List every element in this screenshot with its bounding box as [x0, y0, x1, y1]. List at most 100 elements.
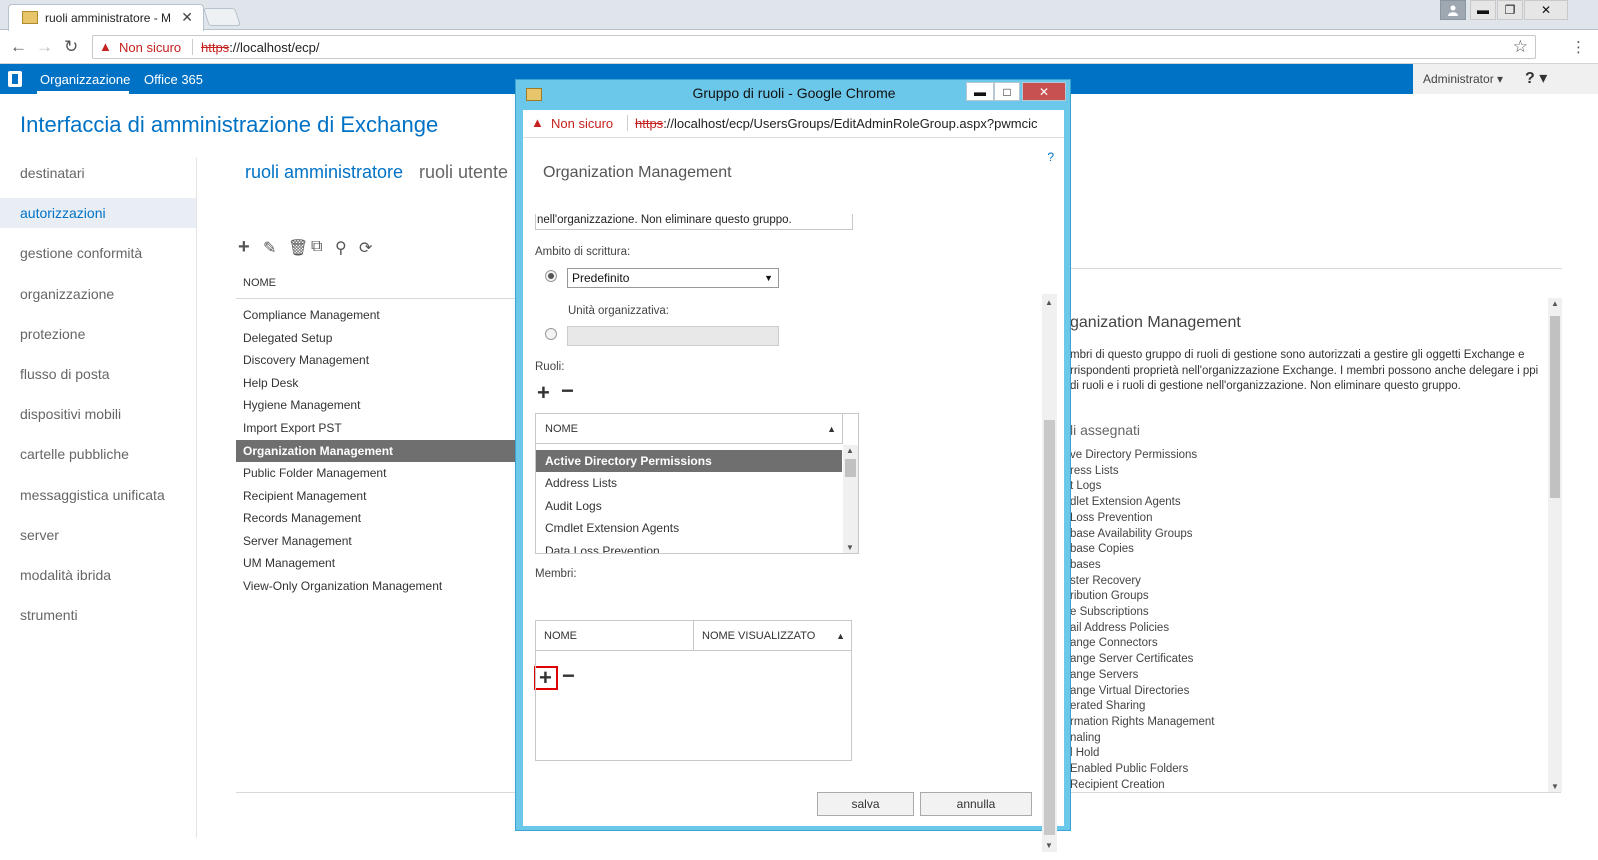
remove-role-icon[interactable]: −	[561, 380, 574, 402]
assigned-roles-heading: li assegnati	[1070, 422, 1141, 438]
refresh-icon[interactable]: ⟳	[359, 238, 372, 258]
window-close-button[interactable]: ✕	[1524, 0, 1568, 20]
details-scrollbar[interactable]: ▲ ▼	[1548, 298, 1562, 792]
nav-item[interactable]: gestione conformità	[0, 238, 196, 268]
radio-ou-scope[interactable]	[545, 328, 557, 340]
list-item[interactable]: Public Folder Management	[236, 462, 516, 484]
table-row[interactable]: Data Loss Prevention	[536, 540, 842, 553]
scroll-up-icon[interactable]: ▲	[1551, 299, 1559, 308]
list-item: Loss Prevention	[1070, 511, 1153, 524]
nav-item[interactable]: modalità ibrida	[0, 560, 196, 590]
warning-triangle-icon: ▲	[531, 115, 544, 130]
help-menu[interactable]: ? ▾	[1525, 68, 1547, 88]
list-item[interactable]: Delegated Setup	[236, 327, 516, 349]
nav-item[interactable]: organizzazione	[0, 279, 196, 309]
scroll-down-icon[interactable]: ▼	[846, 543, 854, 552]
url-scheme: https	[201, 40, 230, 55]
popup-scrollbar[interactable]: ▲ ▼	[1042, 294, 1057, 852]
save-button[interactable]: salva	[817, 792, 914, 816]
browser-menu-icon[interactable]: ⋮	[1571, 38, 1586, 56]
back-arrow-icon[interactable]: ←	[10, 37, 27, 57]
tab-admin-roles[interactable]: ruoli amministratore	[245, 162, 403, 183]
list-item[interactable]: Discovery Management	[236, 349, 516, 371]
copy-icon[interactable]: ⧉	[311, 238, 322, 256]
popup-body: ? Organization Management nell'organizza…	[523, 138, 1064, 852]
nav-office365[interactable]: Office 365	[144, 72, 203, 87]
table-row[interactable]: Audit Logs	[536, 495, 842, 517]
column-header-name[interactable]: NOME	[243, 277, 276, 289]
roles-column-header[interactable]: NOME ▲	[536, 414, 842, 444]
scroll-down-icon[interactable]: ▼	[1551, 782, 1559, 791]
nav-organization[interactable]: Organizzazione	[40, 72, 130, 87]
description-textarea[interactable]: nell'organizzazione. Non eliminare quest…	[535, 214, 853, 230]
cancel-button[interactable]: annulla	[920, 792, 1032, 816]
browser-tab[interactable]: ruoli amministratore - M ✕	[8, 4, 204, 31]
scroll-up-icon[interactable]: ▲	[1045, 298, 1053, 307]
url-text[interactable]: https://localhost/ecp/	[201, 40, 320, 55]
list-item[interactable]: Server Management	[236, 530, 516, 552]
list-item[interactable]: Records Management	[236, 507, 516, 529]
scrollbar-thumb[interactable]	[1550, 316, 1560, 498]
divider	[196, 158, 197, 838]
user-profile-icon[interactable]	[1440, 0, 1466, 20]
nav-item[interactable]: destinatari	[0, 158, 196, 188]
scrollbar-thumb[interactable]	[1044, 420, 1055, 835]
tab-user-roles[interactable]: ruoli utente	[419, 162, 508, 183]
column-header-display-name[interactable]: NOME VISUALIZZATO ▲	[694, 621, 851, 651]
table-row[interactable]: Cmdlet Extension Agents	[536, 517, 842, 539]
roles-scrollbar[interactable]: ▲ ▼	[843, 445, 858, 553]
help-link[interactable]: ?	[1047, 150, 1054, 164]
search-icon[interactable]: ⚲	[335, 238, 347, 258]
popup-maximize-button[interactable]: □	[994, 82, 1020, 101]
reload-icon[interactable]: ↻	[64, 37, 78, 57]
url-path: ://localhost/ecp/	[229, 40, 320, 55]
list-item-selected[interactable]: Organization Management	[236, 440, 516, 462]
scrollbar-thumb[interactable]	[845, 459, 856, 477]
forward-arrow-icon[interactable]: →	[36, 37, 53, 57]
address-bar[interactable]: ▲ Non sicuro https://localhost/ecp/	[92, 35, 1536, 59]
nav-item[interactable]: cartelle pubbliche	[0, 439, 196, 469]
add-icon[interactable]: +	[238, 237, 250, 257]
list-item[interactable]: Recipient Management	[236, 485, 516, 507]
tab-close-icon[interactable]: ✕	[181, 9, 193, 26]
security-status[interactable]: Non sicuro	[119, 40, 181, 55]
radio-default-scope[interactable]	[545, 270, 557, 282]
list-item[interactable]: Compliance Management	[236, 304, 516, 326]
url-text[interactable]: https://localhost/ecp/UsersGroups/EditAd…	[635, 116, 1037, 131]
minimize-button[interactable]: ▬	[1470, 0, 1496, 20]
roles-label: Ruoli:	[535, 361, 565, 373]
popup-minimize-button[interactable]: ▬	[966, 82, 994, 101]
list-item[interactable]: Hygiene Management	[236, 394, 516, 416]
nav-item[interactable]: strumenti	[0, 600, 196, 630]
bookmark-star-icon[interactable]: ☆	[1513, 37, 1528, 57]
user-menu[interactable]: Administrator ▾	[1423, 72, 1503, 86]
list-item[interactable]: Import Export PST	[236, 417, 516, 439]
ou-input[interactable]	[567, 326, 779, 346]
sort-ascending-icon: ▲	[836, 631, 845, 641]
new-tab-button[interactable]	[203, 8, 241, 26]
security-status[interactable]: Non sicuro	[551, 116, 613, 131]
popup-address-bar[interactable]: ▲ Non sicuro https://localhost/ecp/Users…	[523, 110, 1064, 138]
list-item[interactable]: View-Only Organization Management	[236, 575, 516, 597]
nav-item[interactable]: server	[0, 520, 196, 550]
table-row[interactable]: Address Lists	[536, 472, 842, 494]
list-item: dlet Extension Agents	[1070, 496, 1181, 509]
nav-item[interactable]: flusso di posta	[0, 359, 196, 389]
list-item[interactable]: UM Management	[236, 552, 516, 574]
write-scope-select[interactable]: Predefinito ▼	[567, 268, 779, 288]
column-header-name[interactable]: NOME	[536, 621, 694, 651]
scroll-up-icon[interactable]: ▲	[846, 446, 854, 455]
nav-item[interactable]: messaggistica unificata	[0, 480, 196, 510]
nav-item-active[interactable]: autorizzazioni	[0, 198, 196, 228]
delete-trash-icon[interactable]: 🗑	[288, 238, 308, 258]
scroll-down-icon[interactable]: ▼	[1045, 841, 1053, 850]
nav-item[interactable]: dispositivi mobili	[0, 399, 196, 429]
list-item: base Availability Groups	[1070, 527, 1193, 540]
list-item[interactable]: Help Desk	[236, 372, 516, 394]
add-role-icon[interactable]: +	[537, 382, 550, 404]
edit-pencil-icon[interactable]: ✎	[263, 238, 276, 258]
table-row-selected[interactable]: Active Directory Permissions	[536, 450, 842, 472]
popup-close-button[interactable]: ✕	[1022, 82, 1066, 101]
nav-item[interactable]: protezione	[0, 319, 196, 349]
restore-button[interactable]: ❐	[1497, 0, 1523, 20]
